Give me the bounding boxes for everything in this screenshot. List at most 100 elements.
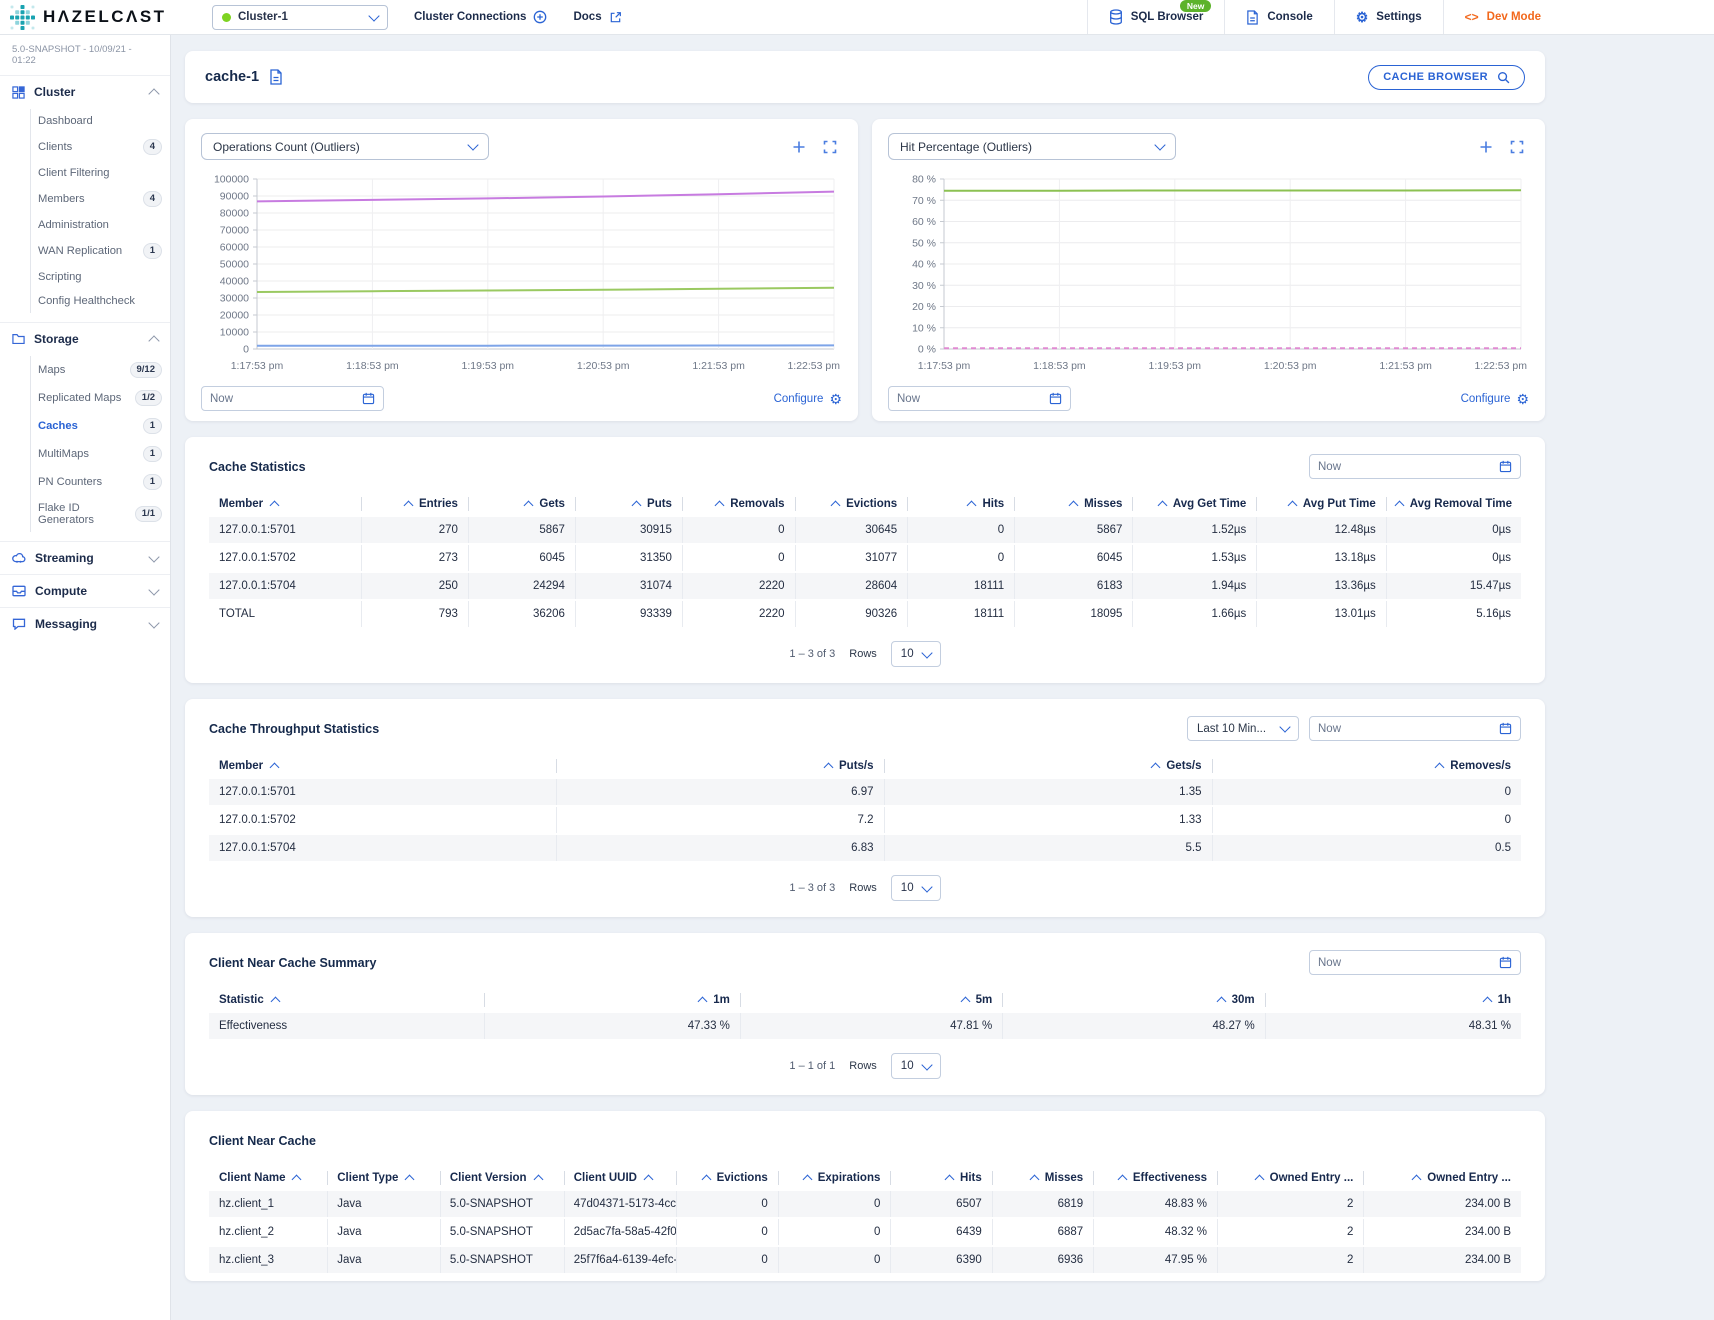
console-button[interactable]: Console [1224,0,1333,34]
count-badge: 1/2 [135,390,162,406]
fullscreen-icon[interactable] [823,140,837,154]
member-cell: 127.0.0.1:5701 [209,779,556,806]
pagination: 1 – 3 of 3 Rows 10 [209,863,1521,911]
column-header-misses[interactable]: Misses [992,1165,1093,1191]
sidebar-item-members[interactable]: Members4 [31,185,170,213]
metric-select[interactable]: Hit Percentage (Outliers) [888,133,1176,160]
hit-percentage-chart[interactable]: 0 %10 %20 %30 %40 %50 %60 %70 %80 %1:17:… [888,169,1529,381]
docs-link[interactable]: Docs [573,11,621,24]
sidebar-item-dashboard[interactable]: Dashboard [31,109,170,133]
column-header-owned-entry[interactable]: Owned Entry ... [1363,1165,1521,1191]
chevron-down-icon [368,10,379,21]
column-header-hits[interactable]: Hits [890,1165,991,1191]
column-header-avg-removal-time[interactable]: Avg Removal Time [1386,491,1521,517]
sidebar-item-wan-replication[interactable]: WAN Replication1 [31,237,170,265]
chart-date-input[interactable]: Now [201,386,384,411]
sidebar-item-replicated-maps[interactable]: Replicated Maps1/2 [31,384,170,412]
metric-select[interactable]: Operations Count (Outliers) [201,133,489,160]
column-label: Owned Entry ... [1427,1172,1511,1184]
sidebar-item-maps[interactable]: Maps9/12 [31,356,170,384]
column-header-hits[interactable]: Hits [907,491,1014,517]
operations-count-chart[interactable]: 0100002000030000400005000060000700008000… [201,169,842,381]
time-range-select[interactable]: Last 10 Min... [1187,716,1299,741]
date-input[interactable]: Now [1309,716,1521,741]
5m-cell: 47.81 % [740,1013,1002,1040]
sidebar-section-streaming[interactable]: Streaming [0,541,170,574]
settings-label: Settings [1376,11,1421,23]
column-header-evictions[interactable]: Evictions [676,1165,777,1191]
sql-browser-button[interactable]: New SQL Browser [1087,0,1225,34]
date-input[interactable]: Now [1309,950,1521,975]
svg-text:80 %: 80 % [912,174,936,186]
column-header-member[interactable]: Member [209,491,361,517]
data-table: MemberEntriesGetsPutsRemovalsEvictionsHi… [209,491,1521,629]
count-badge: 4 [143,191,162,207]
svg-text:10 %: 10 % [912,322,936,334]
sidebar-item-scripting[interactable]: Scripting [31,265,170,289]
avg-get-time-cell: 1.53µs [1132,544,1256,572]
column-header-removals[interactable]: Removals [682,491,795,517]
cluster-selector[interactable]: Cluster-1 [212,5,388,30]
sidebar-section-storage[interactable]: Storage [0,322,170,355]
cluster-connections-link[interactable]: Cluster Connections [414,10,547,24]
column-header-1h[interactable]: 1h [1265,987,1521,1013]
cache-browser-button[interactable]: CACHE BROWSER [1368,65,1525,90]
sort-caret-icon [1482,997,1492,1007]
settings-button[interactable]: ⚙ Settings [1334,0,1443,34]
column-header-1m[interactable]: 1m [484,987,740,1013]
sidebar-item-clients[interactable]: Clients4 [31,133,170,161]
sidebar-item-config-healthcheck[interactable]: Config Healthcheck [31,289,170,313]
column-header-avg-get-time[interactable]: Avg Get Time [1132,491,1256,517]
sidebar-item-label: Caches [38,420,78,432]
column-header-client-type[interactable]: Client Type [327,1165,440,1191]
column-header-effectiveness[interactable]: Effectiveness [1093,1165,1217,1191]
column-header-client-version[interactable]: Client Version [440,1165,564,1191]
column-header-puts[interactable]: Puts [575,491,682,517]
column-header-statistic[interactable]: Statistic [209,987,484,1013]
page-size-select[interactable]: 10 [891,1053,941,1079]
column-header-client-name[interactable]: Client Name [209,1165,327,1191]
sidebar-item-administration[interactable]: Administration [31,213,170,237]
sidebar-item-client-filtering[interactable]: Client Filtering [31,161,170,185]
chart-date-input[interactable]: Now [888,386,1071,411]
column-header-5m[interactable]: 5m [740,987,1002,1013]
column-header-removes-s[interactable]: Removes/s [1212,753,1521,779]
column-header-member[interactable]: Member [209,753,556,779]
configure-link[interactable]: Configure ⚙ [774,392,842,406]
sidebar-item-pn-counters[interactable]: PN Counters1 [31,468,170,496]
column-header-misses[interactable]: Misses [1014,491,1132,517]
sidebar-item-multimaps[interactable]: MultiMaps1 [31,440,170,468]
column-header-avg-put-time[interactable]: Avg Put Time [1256,491,1385,517]
cache-config-document-icon[interactable] [269,69,283,85]
column-header-expirations[interactable]: Expirations [778,1165,891,1191]
client-uuid-cell: 25f7f6a4-6139-4efc-8c1 [564,1246,677,1274]
evictions-cell: 0 [676,1246,777,1274]
page-size-select[interactable]: 10 [891,875,941,901]
add-chart-icon[interactable] [792,140,806,154]
column-header-evictions[interactable]: Evictions [795,491,908,517]
date-input[interactable]: Now [1309,454,1521,479]
column-header-30m[interactable]: 30m [1002,987,1264,1013]
sidebar-section-messaging[interactable]: Messaging [0,607,170,640]
column-header-gets[interactable]: Gets [468,491,575,517]
column-header-gets-s[interactable]: Gets/s [884,753,1212,779]
hazelcast-logo[interactable]: HΛZELCΛST [10,5,186,30]
column-header-owned-entry[interactable]: Owned Entry ... [1217,1165,1363,1191]
pagination-range: 1 – 1 of 1 [789,1060,835,1072]
sort-caret-icon [831,501,841,511]
page-size-select[interactable]: 10 [891,641,941,667]
sidebar-item-caches[interactable]: Caches1 [31,412,170,440]
column-header-client-uuid[interactable]: Client UUID [564,1165,677,1191]
column-header-puts-s[interactable]: Puts/s [556,753,884,779]
svg-text:100000: 100000 [214,174,249,186]
statistic-cell: Effectiveness [209,1013,484,1040]
sidebar-section-compute[interactable]: Compute [0,574,170,607]
sidebar-section-cluster[interactable]: Cluster [0,75,170,108]
column-header-entries[interactable]: Entries [361,491,468,517]
configure-link[interactable]: Configure ⚙ [1461,392,1529,406]
fullscreen-icon[interactable] [1510,140,1524,154]
add-chart-icon[interactable] [1479,140,1493,154]
svg-text:1:20:53 pm: 1:20:53 pm [577,360,630,372]
dev-mode-button[interactable]: <> Dev Mode [1443,0,1562,34]
sidebar-item-flake-id-generators[interactable]: Flake ID Generators1/1 [31,496,170,532]
